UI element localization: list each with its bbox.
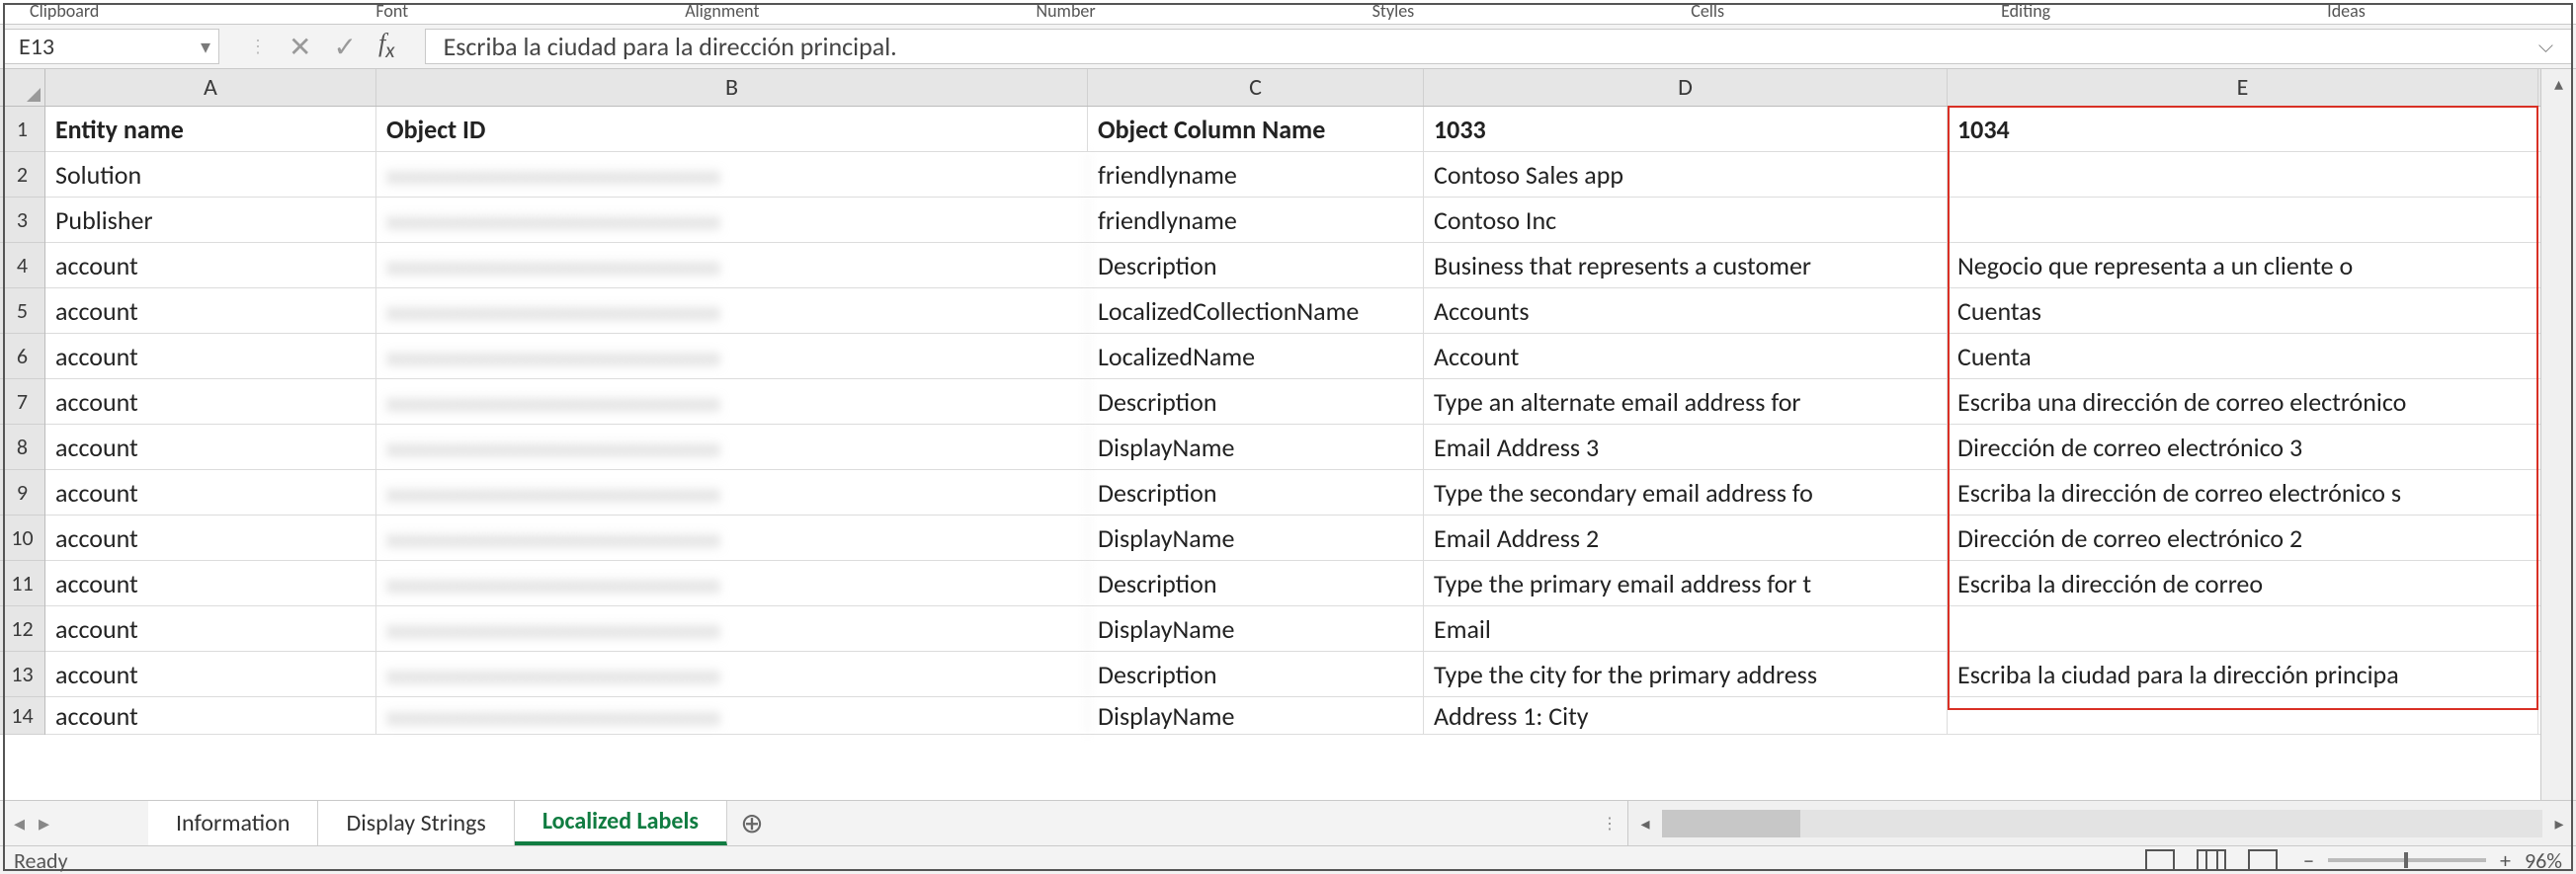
status-bar: Ready − + 96%: [0, 845, 2576, 874]
zoom-slider[interactable]: [2328, 858, 2486, 862]
view-buttons: [2145, 849, 2278, 871]
view-page-break-icon[interactable]: [2248, 849, 2278, 871]
status-right: − + 96%: [2145, 847, 2562, 874]
